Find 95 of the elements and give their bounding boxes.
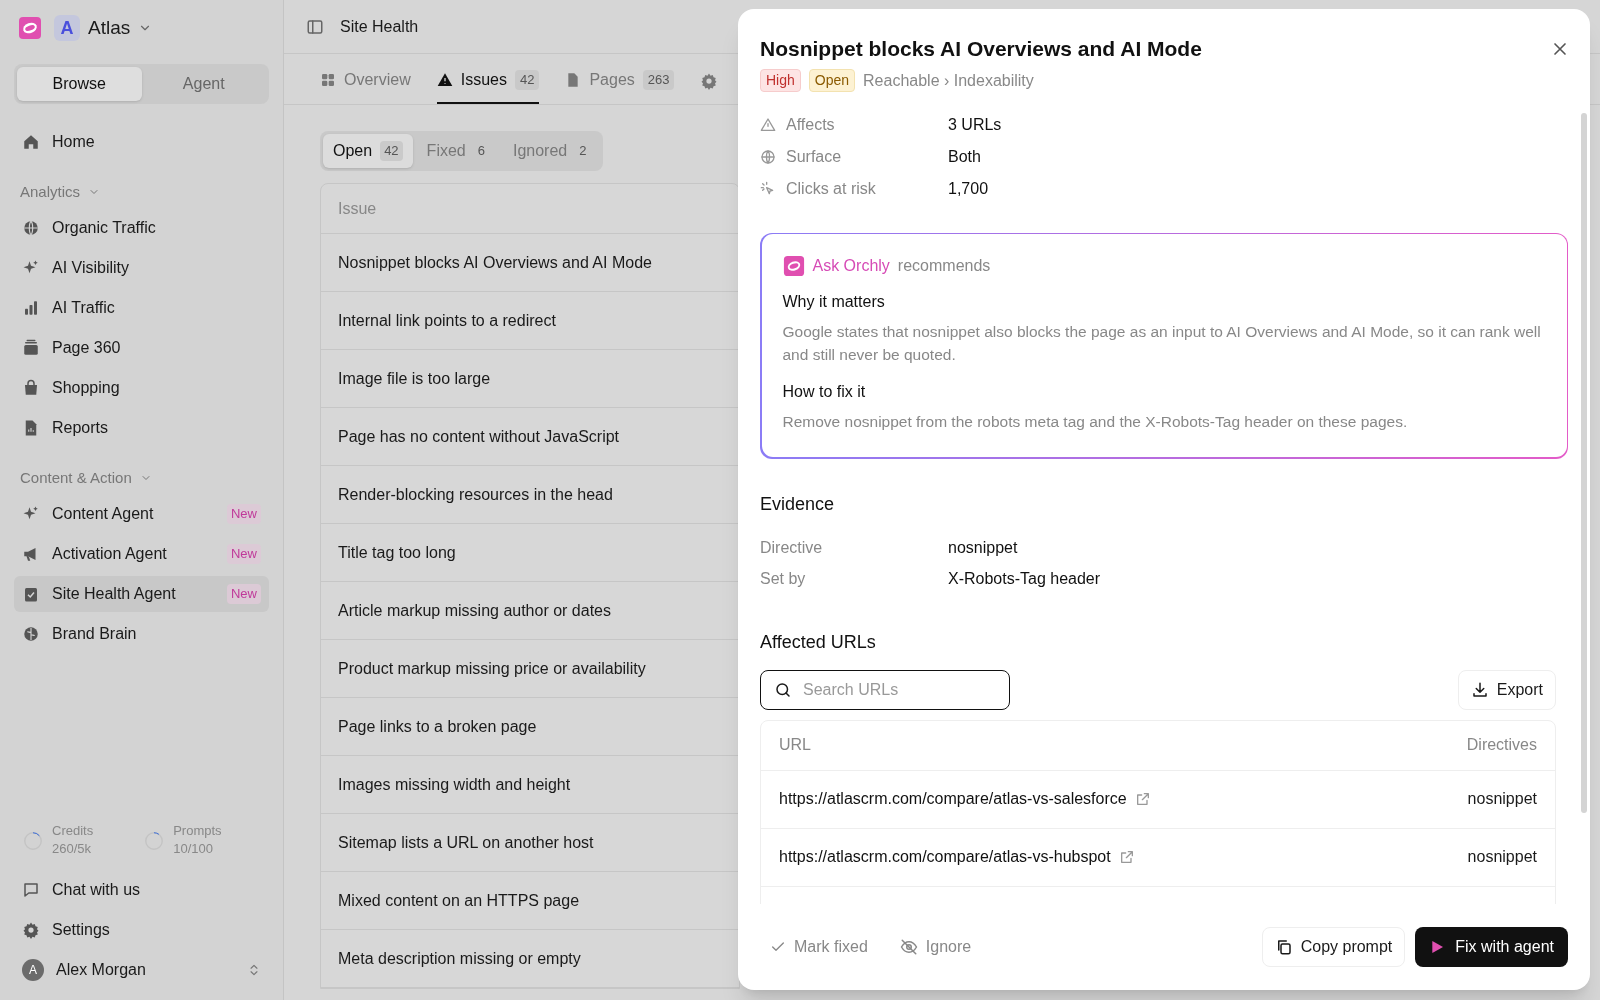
usage-value: 10/100 — [173, 840, 214, 858]
sidebar-item[interactable]: Brand Brain — [14, 616, 269, 652]
new-badge: New — [227, 584, 261, 604]
external-link-icon — [1118, 849, 1135, 865]
user-menu[interactable]: A Alex Morgan — [14, 952, 269, 988]
evidence-label: Directive — [760, 537, 824, 556]
fact-label: Affects — [786, 114, 835, 135]
usage-label: Prompts — [173, 822, 222, 840]
status-badge: Open — [808, 69, 856, 92]
filter-count: 42 — [380, 141, 403, 161]
severity-badge: High — [760, 69, 801, 92]
fact-label: Surface — [786, 146, 842, 167]
external-link-icon — [1134, 791, 1151, 807]
evidence-value: X-Robots-Tag header — [948, 568, 1101, 587]
tab[interactable]: Pages 263 — [565, 58, 675, 104]
clipboard-check-icon — [22, 585, 40, 603]
assistant-name: Ask Orchly — [812, 256, 890, 276]
directive-cell-text: nosnippet — [1467, 789, 1537, 809]
sidebar-toggle-icon — [306, 17, 324, 36]
section-title: Evidence — [760, 492, 836, 516]
sidebar-item[interactable]: AI Visibility — [14, 250, 269, 286]
filter-tab[interactable]: Fixed 6 — [416, 134, 499, 168]
fix-with-agent-button[interactable]: Fix with agent — [1415, 927, 1568, 967]
url-link[interactable]: https://atlascrm.com/compare/atlas-vs-hubspot — [779, 845, 1135, 869]
scrollbar[interactable] — [1581, 113, 1587, 813]
page-title: Site Health — [340, 16, 419, 37]
eye-off-icon — [899, 938, 918, 956]
section-heading: How to fix it — [782, 382, 867, 402]
section-title: Affected URLs — [760, 630, 877, 654]
globe-icon — [22, 219, 40, 237]
mode-tab[interactable]: Agent — [141, 67, 266, 101]
globe-icon — [760, 148, 776, 165]
fact-value: Both — [948, 146, 981, 167]
cursor-click-icon — [760, 180, 776, 197]
export-button[interactable]: Export — [1457, 669, 1556, 710]
directive-cell-text: nosnippet — [1467, 847, 1537, 867]
sidebar-item[interactable]: Chat with us — [14, 872, 269, 908]
copy-prompt-button[interactable]: Copy prompt — [1261, 927, 1406, 967]
section-text: Remove nosnippet from the robots meta tag and the X-Robots-Tag header on these pages. — [782, 412, 1409, 432]
sidebar-item[interactable]: AI Traffic — [14, 290, 269, 326]
assistant-logo-icon — [782, 255, 805, 277]
sidebar-item[interactable]: Content Agent New — [14, 496, 269, 532]
tab[interactable]: Issues 42 — [436, 58, 540, 104]
section-heading: Why it matters — [782, 292, 886, 312]
layers-icon — [22, 339, 40, 357]
chat-bubble-icon — [22, 881, 40, 899]
warning-icon — [436, 72, 453, 88]
grid-icon — [320, 72, 336, 88]
sidebar-item[interactable]: Page 360 — [14, 330, 269, 366]
evidence-label: Set by — [760, 568, 807, 587]
evidence-value: nosnippet — [948, 537, 1018, 556]
download-icon — [1470, 680, 1489, 699]
usage-value: 260/5k — [52, 840, 93, 858]
sidebar-item[interactable]: Site Health Agent New — [14, 576, 269, 612]
workspace-switcher[interactable]: A Atlas — [54, 13, 153, 43]
mode-tab[interactable]: Browse — [17, 67, 142, 101]
column-header: URL — [779, 735, 811, 755]
usage-label: Credits — [52, 822, 94, 840]
search-icon — [774, 680, 792, 699]
home-icon — [22, 133, 40, 151]
sidebar-item[interactable]: Settings — [14, 912, 269, 948]
workspace-avatar: A — [54, 15, 80, 41]
filter-count: 6 — [476, 142, 486, 161]
search-field[interactable]: Search URLs — [760, 669, 1010, 710]
settings-icon — [22, 921, 40, 939]
fact-value: 1,700 — [948, 178, 989, 199]
warning-icon — [760, 116, 776, 133]
new-badge: New — [227, 544, 261, 564]
fact-label: Clicks at risk — [786, 178, 876, 199]
user-avatar: A — [22, 959, 44, 981]
sidebar-item[interactable]: Shopping — [14, 370, 269, 406]
shopping-bag-icon — [22, 379, 40, 397]
tab-count: 263 — [642, 70, 675, 90]
filter-tab[interactable]: Ignored 2 — [502, 134, 601, 168]
url-link[interactable]: https://atlascrm.com/compare/atlas-vs-salesforce — [779, 787, 1151, 811]
fact-value: 3 URLs — [948, 114, 1002, 135]
sidebar-item[interactable]: Reports — [14, 410, 269, 446]
ignore-button[interactable]: Ignore — [899, 935, 972, 959]
mark-fixed-button[interactable]: Mark fixed — [760, 935, 878, 959]
bar-chart-icon — [22, 299, 40, 317]
sidebar-item[interactable]: Organic Traffic — [14, 210, 269, 246]
column-header: Directives — [1466, 735, 1537, 755]
settings-icon — [700, 72, 719, 90]
app-logo-icon — [18, 16, 42, 40]
filter-count: 2 — [578, 142, 588, 161]
filter-tab[interactable]: Open 42 — [323, 134, 413, 168]
chevron-updown-icon — [247, 963, 261, 977]
recommends-label: recommends — [897, 256, 991, 276]
panel-title: Nosnippet blocks AI Overviews and AI Mode — [760, 36, 1202, 62]
new-badge: New — [227, 504, 261, 524]
sidebar-item[interactable]: Activation Agent New — [14, 536, 269, 572]
tab-count: 42 — [514, 70, 540, 90]
section-text: Google states that nosnippet also blocks the page as an input to AI Overviews and AI Mode, so it can rank well and still never be quoted. — [782, 322, 1542, 365]
sidebar-item[interactable]: Home — [14, 124, 269, 160]
breadcrumb: Reachable › Indexability — [863, 70, 1034, 91]
